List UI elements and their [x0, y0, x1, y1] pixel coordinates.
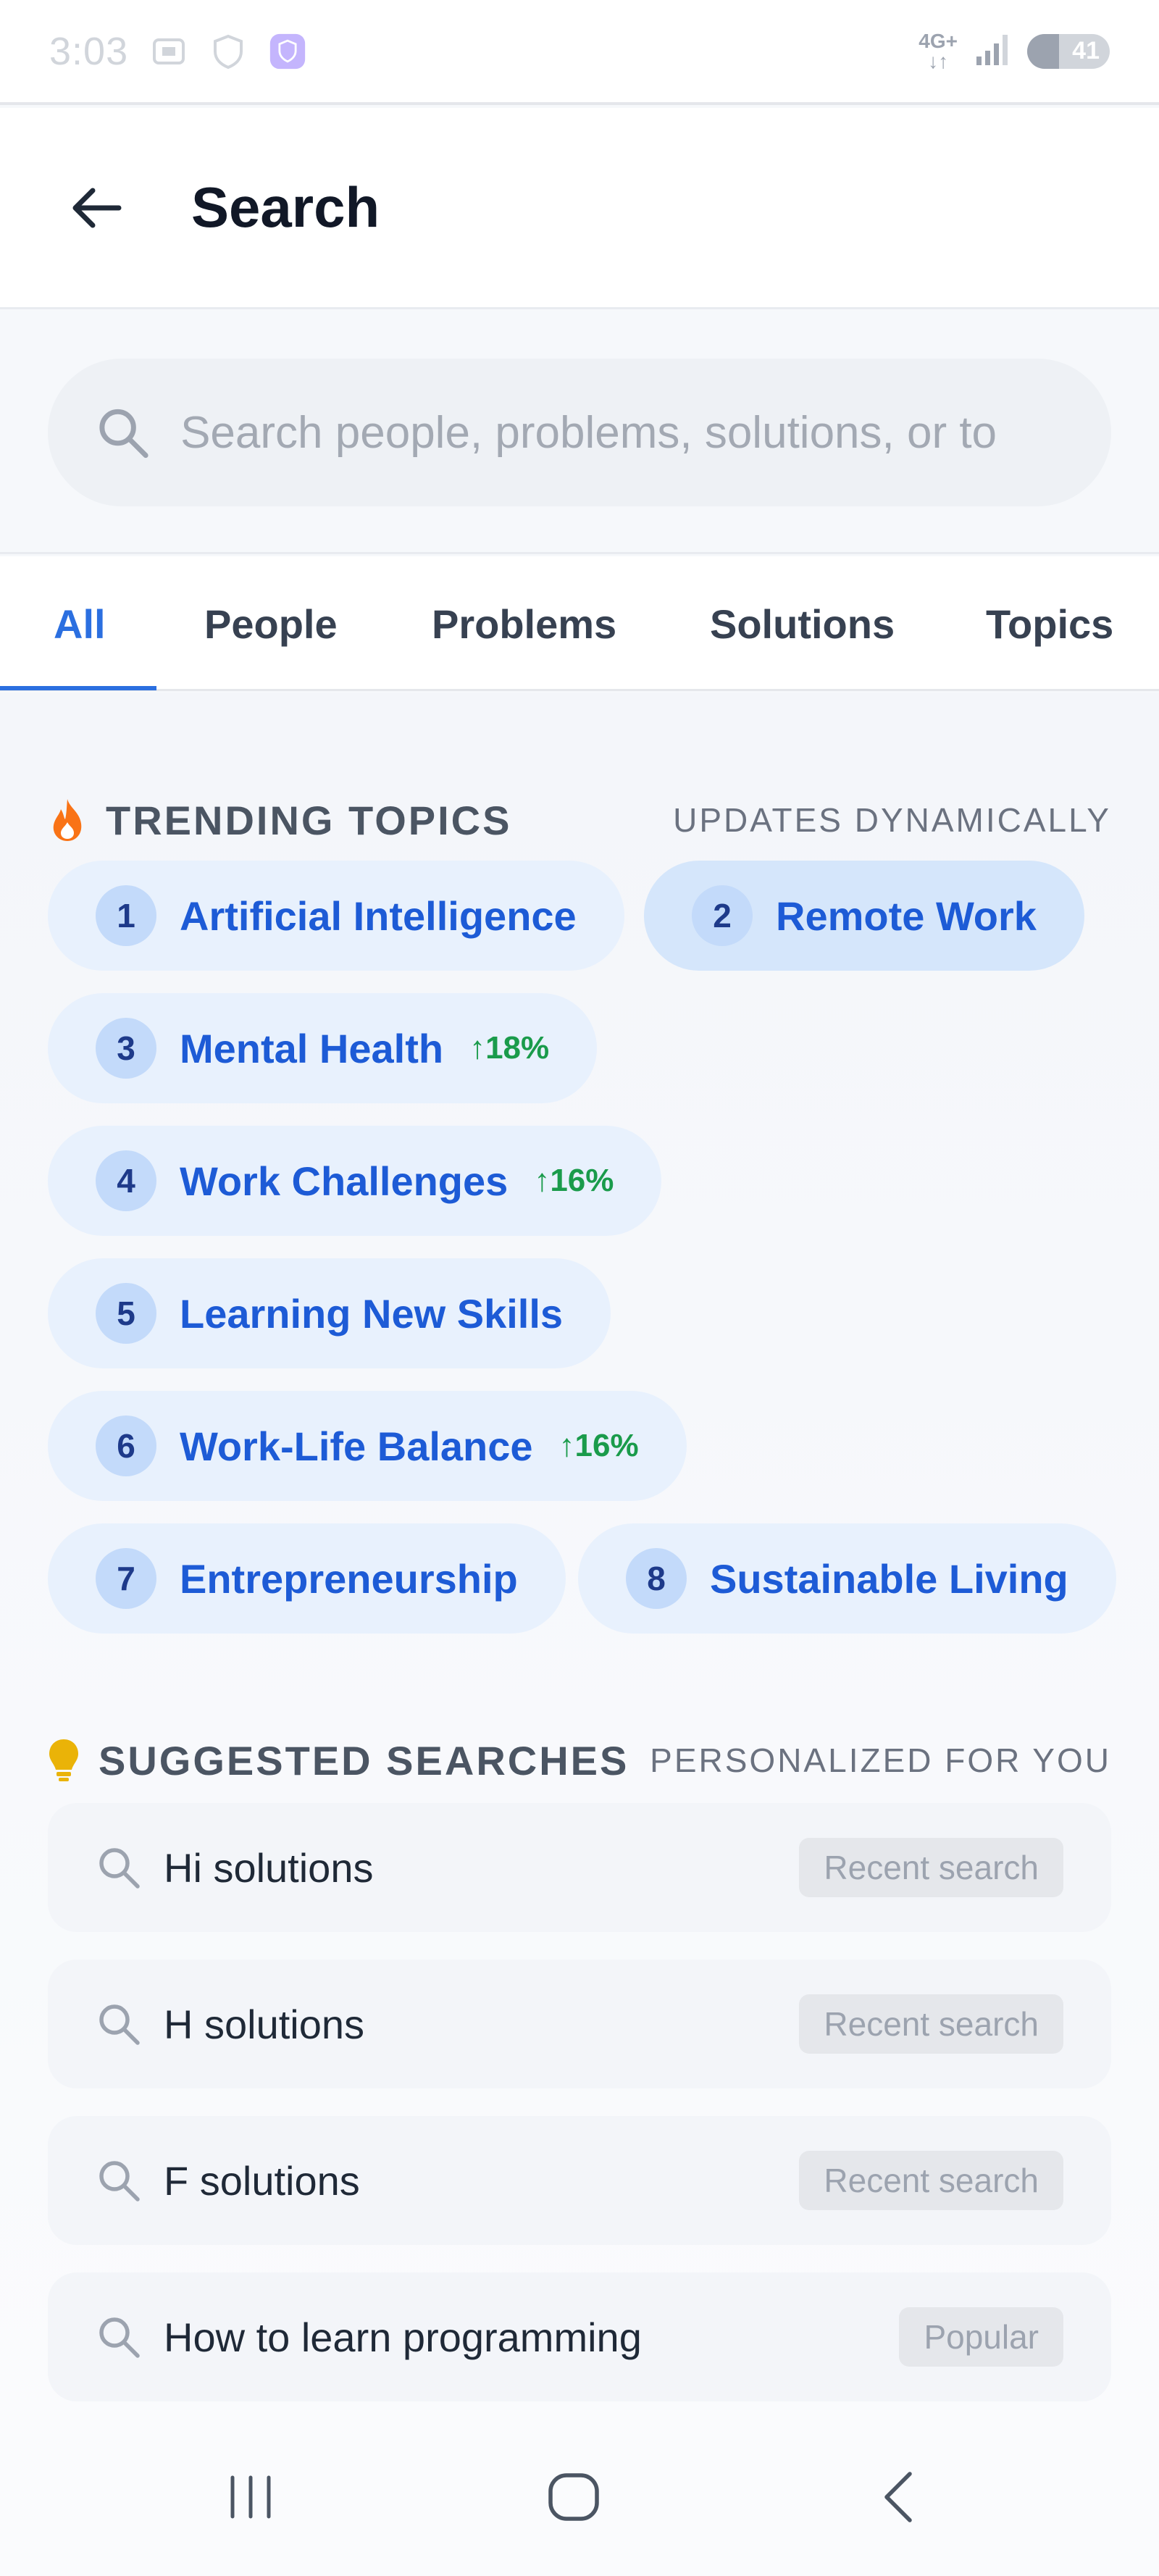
status-left: 3:03 — [49, 29, 306, 74]
chip-label: Sustainable Living — [710, 1555, 1068, 1602]
search-icon — [99, 2004, 140, 2045]
trending-header: TRENDING TOPICS UPDATES DYNAMICALLY — [48, 791, 1111, 849]
trending-chip-7[interactable]: 7 Entrepreneurship — [48, 1523, 566, 1634]
chip-label: Entrepreneurship — [180, 1555, 518, 1602]
tab-topics[interactable]: Topics — [986, 556, 1113, 691]
suggested-title: SUGGESTED SEARCHES — [99, 1737, 629, 1783]
tab-people[interactable]: People — [204, 556, 338, 691]
chip-label: Remote Work — [776, 892, 1037, 939]
chip-label: Work-Life Balance — [180, 1423, 533, 1469]
content: TRENDING TOPICS UPDATES DYNAMICALLY 1 Ar… — [0, 693, 1159, 2417]
network-activity: ↓↑ — [928, 49, 949, 72]
suggested-note: PERSONALIZED FOR YOU — [650, 1741, 1111, 1779]
chip-rank: 8 — [626, 1548, 687, 1609]
lightbulb-icon — [48, 1738, 80, 1783]
search-section — [0, 311, 1159, 554]
chip-label: Artificial Intelligence — [180, 892, 577, 939]
fire-icon — [48, 798, 87, 842]
trending-chip-8[interactable]: 8 Sustainable Living — [578, 1523, 1116, 1634]
chip-trend: ↑18% — [469, 1030, 550, 1066]
network-type-label: 4G+ — [919, 29, 958, 52]
chip-trend: ↑16% — [534, 1163, 614, 1198]
chip-rank: 6 — [96, 1415, 156, 1476]
suggestion-badge: Popular — [899, 2307, 1063, 2367]
suggestion-item-1[interactable]: Hi solutions Recent search — [48, 1803, 1111, 1932]
status-time: 3:03 — [49, 29, 129, 73]
suggestion-badge: Recent search — [799, 1838, 1063, 1897]
chip-rank: 4 — [96, 1150, 156, 1211]
search-icon — [99, 1848, 140, 1889]
search-icon — [99, 2317, 140, 2358]
status-right: 4G+ ↓↑ 41 — [919, 30, 1110, 72]
trending-chip-4[interactable]: 4 Work Challenges ↑16% — [48, 1126, 662, 1236]
chip-label: Mental Health — [180, 1025, 444, 1071]
page-title: Search — [191, 175, 380, 239]
suggestion-text: H solutions — [164, 2001, 365, 2047]
signal-icon — [974, 30, 1011, 72]
suggestion-badge: Recent search — [799, 1994, 1063, 2054]
search-box[interactable] — [48, 359, 1111, 506]
suggestion-text: F solutions — [164, 2157, 360, 2204]
battery-level: 41 — [1072, 37, 1100, 64]
chip-rank: 7 — [96, 1548, 156, 1609]
trending-title: TRENDING TOPICS — [106, 797, 512, 843]
trending-note: UPDATES DYNAMICALLY — [673, 801, 1111, 839]
back-arrow-icon — [72, 188, 122, 227]
tab-solutions[interactable]: Solutions — [710, 556, 895, 691]
network-type: 4G+ ↓↑ — [919, 29, 958, 72]
tab-problems[interactable]: Problems — [432, 556, 616, 691]
search-icon — [99, 409, 148, 459]
chip-trend: ↑16% — [558, 1428, 639, 1463]
home-icon — [548, 2473, 599, 2521]
trending-chip-5[interactable]: 5 Learning New Skills — [48, 1258, 611, 1368]
trending-chip-2[interactable]: 2 Remote Work — [644, 861, 1084, 971]
search-icon — [99, 2161, 140, 2201]
chip-label: Work Challenges — [180, 1158, 509, 1204]
suggested-title-group: SUGGESTED SEARCHES — [48, 1737, 629, 1784]
chevron-left-icon — [884, 2472, 912, 2522]
status-bar: 3:03 4G+ ↓↑ 41 — [0, 0, 1159, 105]
trending-chip-1[interactable]: 1 Artificial Intelligence — [48, 861, 624, 971]
trending-chip-3[interactable]: 3 Mental Health ↑18% — [48, 993, 598, 1103]
suggested-header: SUGGESTED SEARCHES PERSONALIZED FOR YOU — [48, 1731, 1111, 1789]
suggestion-badge: Recent search — [799, 2151, 1063, 2210]
vpn-shield-icon — [269, 33, 306, 70]
suggestion-item-4[interactable]: How to learn programming Popular — [48, 2272, 1111, 2401]
shield-icon — [209, 33, 247, 70]
chip-rank: 5 — [96, 1283, 156, 1344]
suggestion-text: Hi solutions — [164, 1844, 374, 1891]
recent-apps-icon — [230, 2475, 271, 2519]
suggestion-text: How to learn programming — [164, 2314, 642, 2360]
chip-rank: 2 — [692, 885, 753, 946]
chip-rank: 1 — [96, 885, 156, 946]
system-back-button[interactable] — [848, 2446, 949, 2548]
suggestion-item-3[interactable]: F solutions Recent search — [48, 2116, 1111, 2245]
recent-apps-button[interactable] — [200, 2446, 301, 2548]
chip-label: Learning New Skills — [180, 1290, 564, 1337]
system-nav-bar — [0, 2417, 1159, 2576]
trending-title-group: TRENDING TOPICS — [48, 797, 511, 844]
chip-rank: 3 — [96, 1018, 156, 1079]
battery-indicator: 41 — [1027, 33, 1110, 69]
trending-chip-6[interactable]: 6 Work-Life Balance ↑16% — [48, 1391, 687, 1501]
header: Search — [0, 108, 1159, 309]
screenshot-icon — [150, 33, 188, 70]
search-input[interactable] — [180, 406, 1111, 459]
back-button[interactable] — [67, 179, 125, 237]
battery-fill — [1027, 33, 1059, 69]
active-tab-indicator — [0, 686, 156, 690]
tab-bar: All People Problems Solutions Topics — [0, 556, 1159, 691]
home-button[interactable] — [523, 2446, 624, 2548]
suggestion-item-2[interactable]: H solutions Recent search — [48, 1960, 1111, 2088]
tab-all[interactable]: All — [54, 556, 106, 691]
